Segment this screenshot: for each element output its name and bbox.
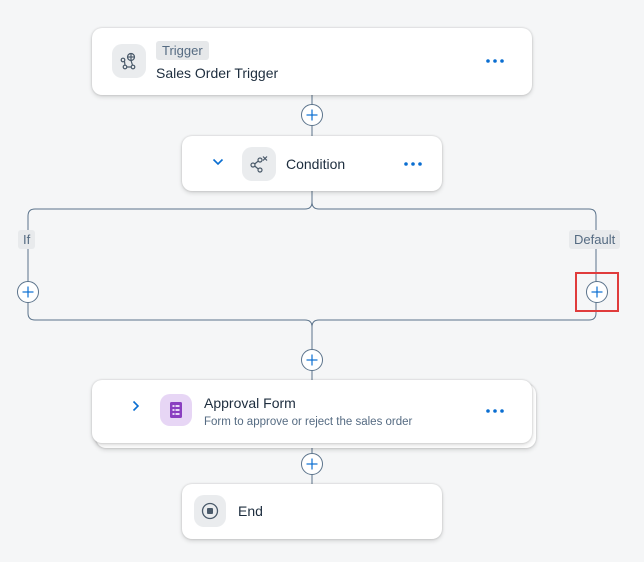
more-icon [486,409,504,413]
plus-icon [306,458,318,470]
process-canvas: Trigger Sales Order Trigger Condition If… [0,0,644,562]
trigger-icon [112,44,146,78]
add-step-button-after-condition[interactable] [301,349,323,371]
trigger-node-card[interactable]: Trigger Sales Order Trigger [92,28,532,95]
plus-icon [306,354,318,366]
collapse-condition-toggle[interactable] [208,152,228,172]
approval-node-card[interactable]: Approval Form Form to approve or reject … [92,380,532,443]
if-branch-label: If [18,230,36,249]
condition-title: Condition [286,156,346,172]
condition-icon [242,147,276,181]
plus-icon [22,286,34,298]
chevron-right-icon [132,400,140,412]
approval-title: Approval Form [204,395,296,411]
default-branch-add-highlight [575,272,619,312]
trigger-title: Sales Order Trigger [156,65,279,81]
more-icon [404,162,422,166]
trigger-more-options-button[interactable] [482,51,508,71]
stop-icon [194,495,226,527]
end-node-card[interactable]: End [182,484,442,539]
add-step-button-after-approval[interactable] [301,453,323,475]
expand-approval-toggle[interactable] [126,396,146,416]
form-icon [160,394,192,426]
plus-icon [306,109,318,121]
add-step-button-after-trigger[interactable] [301,104,323,126]
more-icon [486,59,504,63]
chevron-down-icon [212,158,224,166]
approval-more-options-button[interactable] [482,401,508,421]
condition-more-options-button[interactable] [400,154,426,174]
approval-subtitle: Form to approve or reject the sales orde… [204,416,413,428]
trigger-tag: Trigger [156,41,209,60]
end-title: End [238,503,263,519]
condition-node-card[interactable]: Condition [182,136,442,191]
default-branch-label: Default [569,230,621,249]
add-step-button-if-branch[interactable] [17,281,39,303]
